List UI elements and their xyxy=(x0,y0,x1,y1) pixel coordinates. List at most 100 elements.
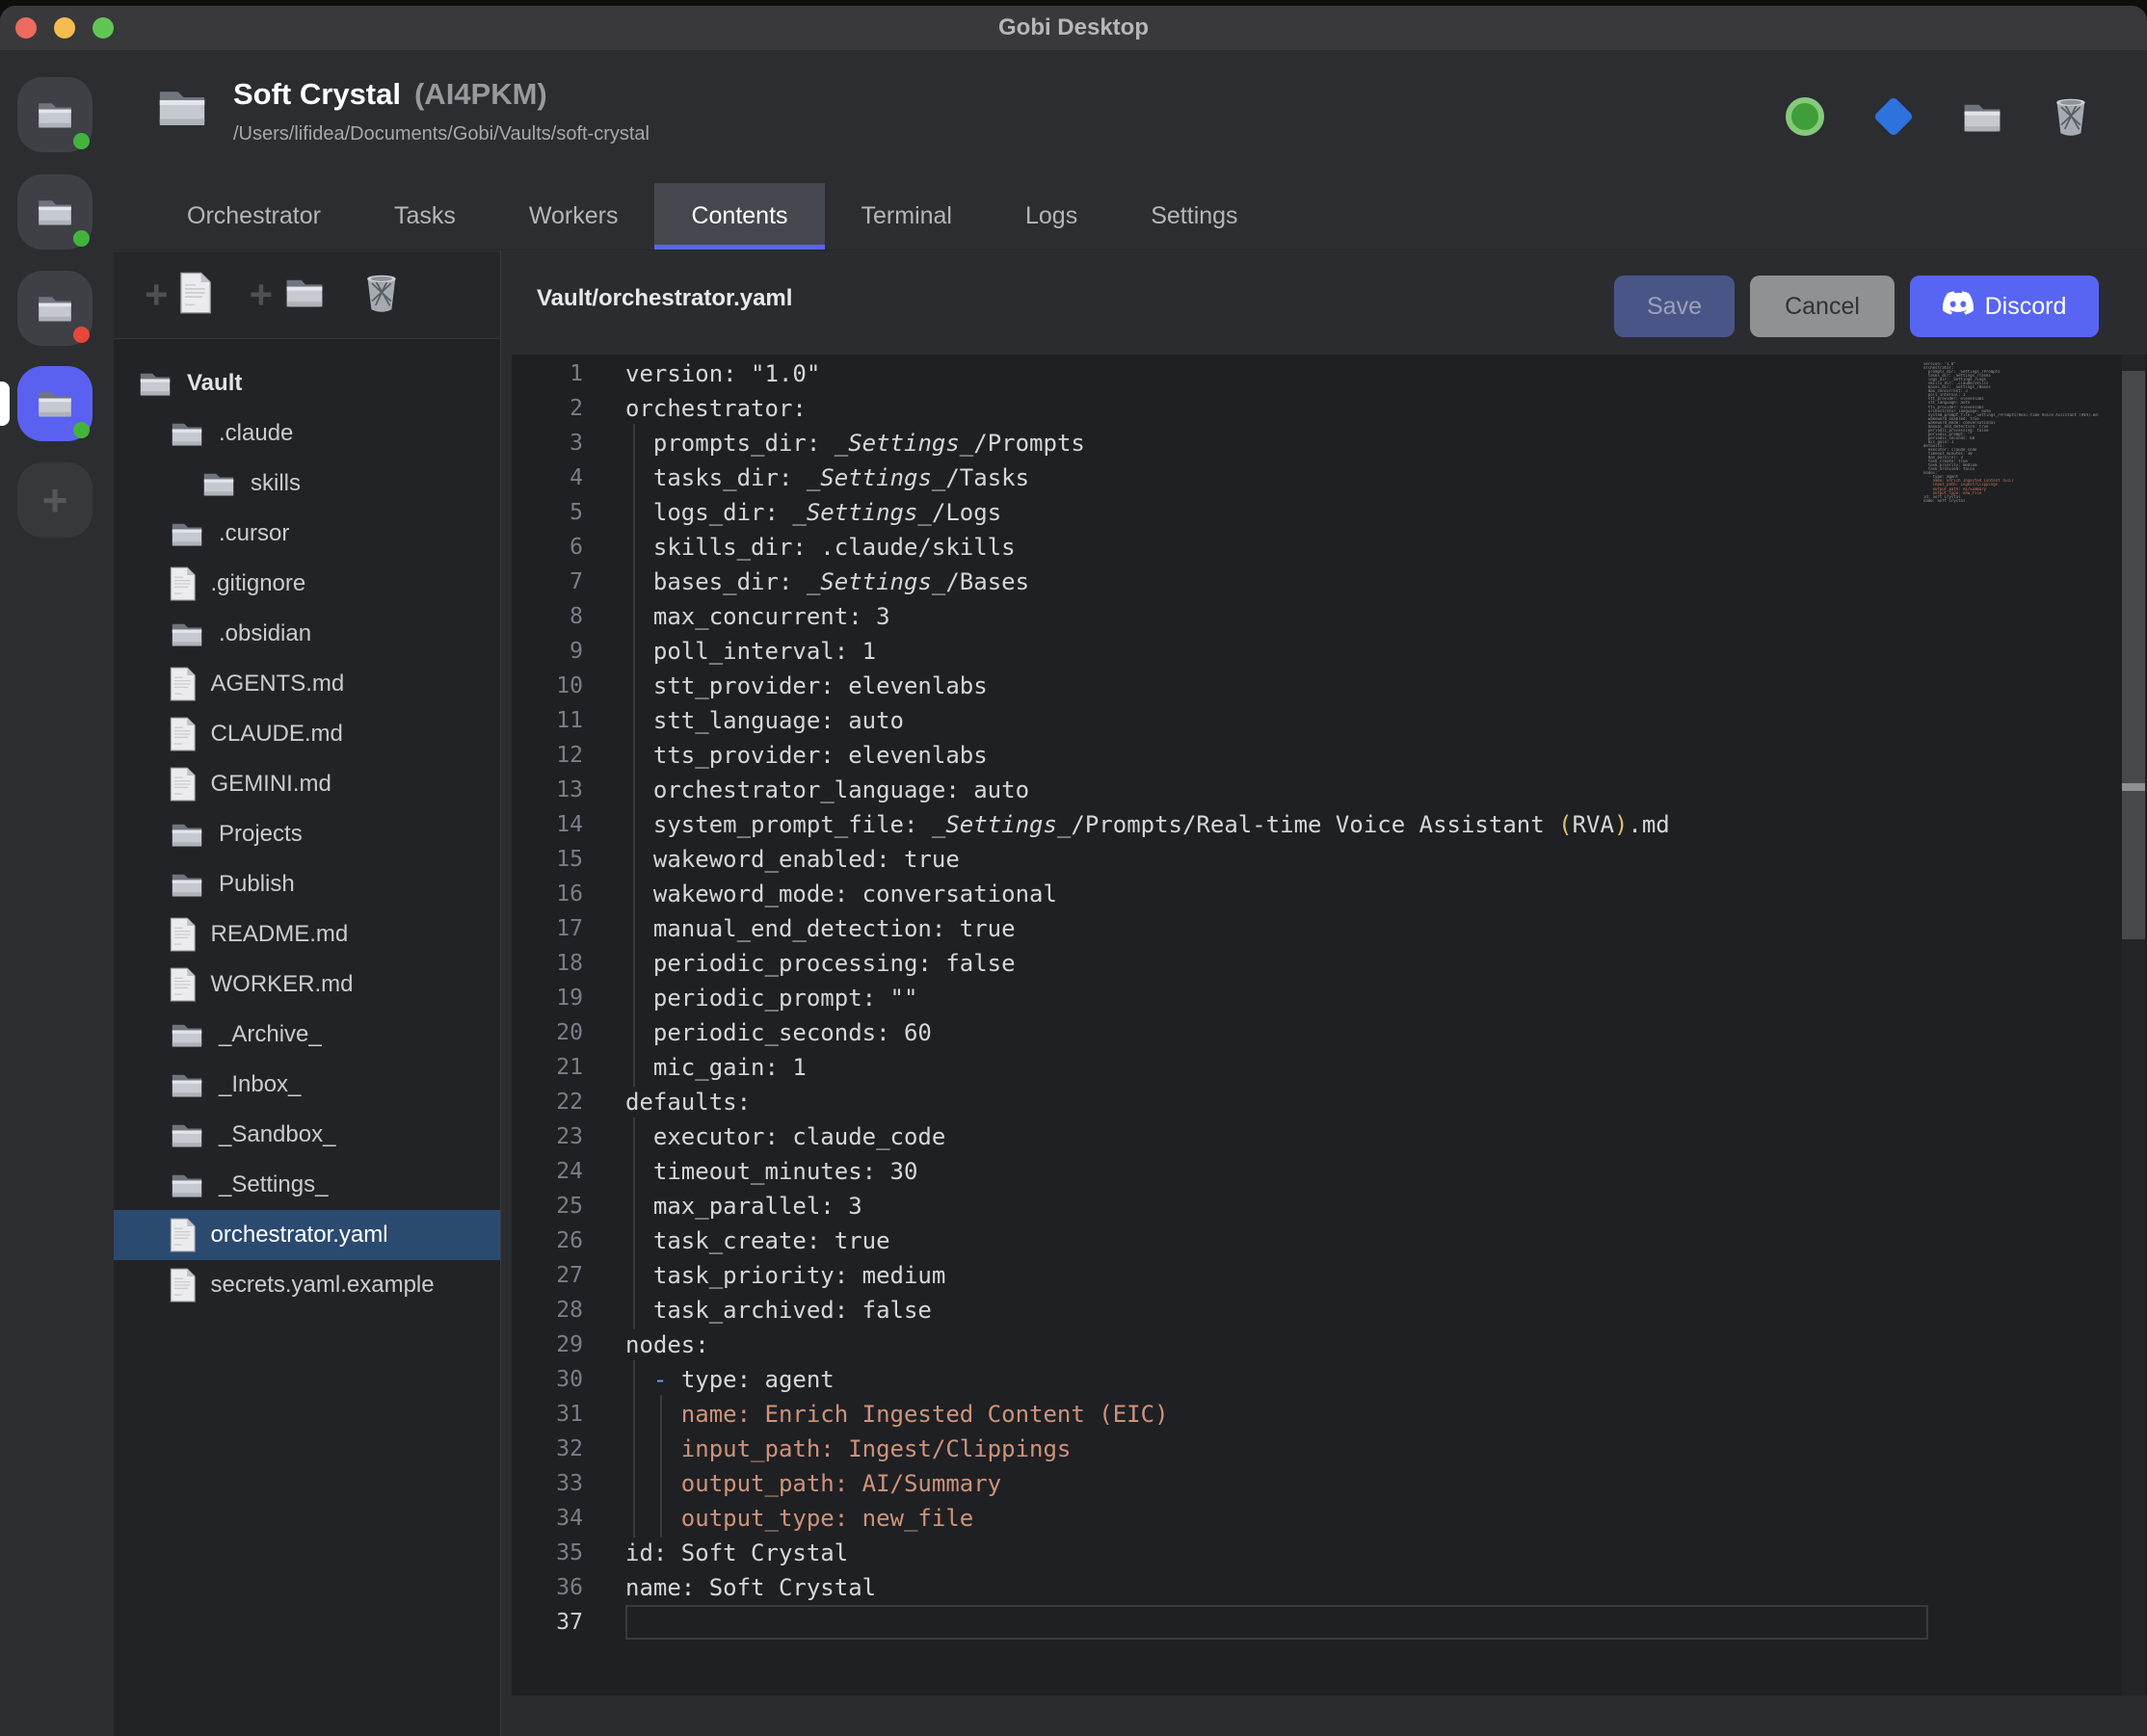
cancel-button[interactable]: Cancel xyxy=(1750,276,1895,337)
tree-item-skills[interactable]: skills xyxy=(114,459,500,509)
tree-item--settings-[interactable]: _Settings_ xyxy=(114,1160,500,1210)
folder-icon[interactable] xyxy=(1960,94,2004,139)
code-segment: _Settings_ xyxy=(807,464,946,491)
tree-item--obsidian[interactable]: .obsidian xyxy=(114,609,500,659)
code-line-36[interactable]: 36name: Soft Crystal xyxy=(512,1570,1925,1605)
code-line-34[interactable]: 34 output_type: new_file xyxy=(512,1501,1925,1536)
tab-contents[interactable]: Contents xyxy=(654,183,824,250)
tree-item--sandbox-[interactable]: _Sandbox_ xyxy=(114,1110,500,1160)
code-line-18[interactable]: 18 periodic_processing: false xyxy=(512,946,1925,981)
discord-button[interactable]: Discord xyxy=(1910,276,2099,337)
code-line-2[interactable]: 2orchestrator: xyxy=(512,391,1925,426)
blue-diamond-icon[interactable] xyxy=(1871,94,1916,139)
delete-button[interactable] xyxy=(363,273,400,318)
code-line-8[interactable]: 8 max_concurrent: 3 xyxy=(512,599,1925,634)
code-line-7[interactable]: 7 bases_dir: _Settings_/Bases xyxy=(512,565,1925,599)
workspace-item-2[interactable] xyxy=(17,174,93,250)
new-file-button[interactable]: + xyxy=(145,272,213,319)
tree-item-gemini-md[interactable]: GEMINI.md xyxy=(114,759,500,809)
code-line-20[interactable]: 20 periodic_seconds: 60 xyxy=(512,1015,1925,1050)
new-folder-button[interactable]: + xyxy=(250,275,328,315)
tab-workers[interactable]: Workers xyxy=(492,183,655,250)
yaml-editor[interactable]: 1version: "1.0"2orchestrator:3 prompts_d… xyxy=(512,355,2147,1696)
tree-item-publish[interactable]: Publish xyxy=(114,859,500,909)
tree-item-readme-md[interactable]: README.md xyxy=(114,909,500,960)
code-line-31[interactable]: 31 name: Enrich Ingested Content (EIC) xyxy=(512,1397,1925,1432)
code-line-27[interactable]: 27 task_priority: medium xyxy=(512,1258,1925,1293)
code-line-30[interactable]: 30 - type: agent xyxy=(512,1362,1925,1397)
folder-icon xyxy=(200,469,237,498)
code-line-17[interactable]: 17 manual_end_detection: true xyxy=(512,911,1925,946)
tree-item-claude-md[interactable]: CLAUDE.md xyxy=(114,709,500,759)
file-icon xyxy=(169,566,198,601)
code-area[interactable]: 1version: "1.0"2orchestrator:3 prompts_d… xyxy=(512,356,1925,1640)
code-line-26[interactable]: 26 task_create: true xyxy=(512,1223,1925,1258)
code-segment: manual_end_detection: true xyxy=(625,915,1016,942)
indent-guide xyxy=(633,528,635,566)
code-line-37[interactable]: 37 xyxy=(512,1605,1925,1640)
tree-item--archive-[interactable]: _Archive_ xyxy=(114,1010,500,1060)
code-line-29[interactable]: 29nodes: xyxy=(512,1328,1925,1362)
scrollbar-track[interactable] xyxy=(2122,355,2145,1696)
code-line-28[interactable]: 28 task_archived: false xyxy=(512,1293,1925,1328)
code-line-6[interactable]: 6 skills_dir: .claude/skills xyxy=(512,530,1925,565)
workspace-item-1[interactable] xyxy=(17,77,93,152)
tree-item-agents-md[interactable]: AGENTS.md xyxy=(114,659,500,709)
code-line-3[interactable]: 3 prompts_dir: _Settings_/Prompts xyxy=(512,426,1925,460)
minimize-button[interactable] xyxy=(54,17,75,39)
green-status-icon[interactable] xyxy=(1783,94,1827,139)
code-line-14[interactable]: 14 system_prompt_file: _Settings_/Prompt… xyxy=(512,807,1925,842)
code-segment: input_path: Ingest/Clippings xyxy=(681,1435,1072,1462)
code-line-10[interactable]: 10 stt_provider: elevenlabs xyxy=(512,669,1925,703)
code-segment: max_concurrent: 3 xyxy=(625,603,890,630)
code-line-25[interactable]: 25 max_parallel: 3 xyxy=(512,1189,1925,1223)
tree-item-orchestrator-yaml[interactable]: orchestrator.yaml xyxy=(114,1210,500,1260)
trash-icon[interactable] xyxy=(2049,94,2093,139)
code-line-9[interactable]: 9 poll_interval: 1 xyxy=(512,634,1925,669)
code-line-4[interactable]: 4 tasks_dir: _Settings_/Tasks xyxy=(512,460,1925,495)
scrollbar-thumb[interactable] xyxy=(2122,371,2145,939)
save-button[interactable]: Save xyxy=(1614,276,1735,337)
code-line-22[interactable]: 22defaults: xyxy=(512,1085,1925,1119)
tab-tasks[interactable]: Tasks xyxy=(358,183,492,250)
file-tree-panel: + + Vault .claude skills .cu xyxy=(114,250,501,1736)
tab-settings[interactable]: Settings xyxy=(1114,183,1274,250)
code-segment: name: Enrich Ingested Content (EIC) xyxy=(681,1401,1169,1428)
minimap[interactable]: version: "1.0"orchestrator: prompts_dir:… xyxy=(1923,362,2112,507)
workspace-item-3[interactable] xyxy=(17,271,93,346)
plus-icon: + xyxy=(145,275,169,315)
tree-item-projects[interactable]: Projects xyxy=(114,809,500,859)
line-content: mic_gain: 1 xyxy=(625,1054,807,1081)
tab-logs[interactable]: Logs xyxy=(989,183,1114,250)
tree-item-secrets-yaml-example[interactable]: secrets.yaml.example xyxy=(114,1260,500,1310)
code-line-16[interactable]: 16 wakeword_mode: conversational xyxy=(512,877,1925,911)
tree-item--gitignore[interactable]: .gitignore xyxy=(114,559,500,609)
code-line-23[interactable]: 23 executor: claude_code xyxy=(512,1119,1925,1154)
tree-item--cursor[interactable]: .cursor xyxy=(114,509,500,559)
code-line-35[interactable]: 35id: Soft Crystal xyxy=(512,1536,1925,1570)
code-line-32[interactable]: 32 input_path: Ingest/Clippings xyxy=(512,1432,1925,1466)
code-line-21[interactable]: 21 mic_gain: 1 xyxy=(512,1050,1925,1085)
code-line-33[interactable]: 33 output_path: AI/Summary xyxy=(512,1466,1925,1501)
tree-item--inbox-[interactable]: _Inbox_ xyxy=(114,1060,500,1110)
close-button[interactable] xyxy=(15,17,37,39)
code-line-12[interactable]: 12 tts_provider: elevenlabs xyxy=(512,738,1925,773)
tree-item-worker-md[interactable]: WORKER.md xyxy=(114,960,500,1010)
add-workspace-button[interactable]: + xyxy=(17,462,93,538)
workspace-item-4[interactable] xyxy=(17,366,93,441)
tab-terminal[interactable]: Terminal xyxy=(825,183,989,250)
tree-item--claude[interactable]: .claude xyxy=(114,408,500,459)
code-line-1[interactable]: 1version: "1.0" xyxy=(512,356,1925,391)
code-line-13[interactable]: 13 orchestrator_language: auto xyxy=(512,773,1925,807)
code-line-11[interactable]: 11 stt_language: auto xyxy=(512,703,1925,738)
code-line-5[interactable]: 5 logs_dir: _Settings_/Logs xyxy=(512,495,1925,530)
code-line-24[interactable]: 24 timeout_minutes: 30 xyxy=(512,1154,1925,1189)
code-line-15[interactable]: 15 wakeword_enabled: true xyxy=(512,842,1925,877)
code-segment: task_create: true xyxy=(625,1227,890,1254)
tree-item-label: orchestrator.yaml xyxy=(211,1222,388,1249)
zoom-button[interactable] xyxy=(93,17,114,39)
code-segment: output_path: AI/Summary xyxy=(681,1470,1001,1497)
tab-orchestrator[interactable]: Orchestrator xyxy=(150,183,358,250)
code-line-19[interactable]: 19 periodic_prompt: "" xyxy=(512,981,1925,1015)
tree-item-vault[interactable]: Vault xyxy=(114,358,500,408)
